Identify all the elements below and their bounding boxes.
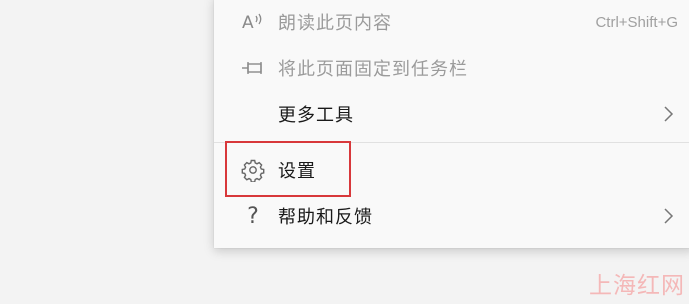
menu-item-shortcut: Ctrl+Shift+G (595, 13, 678, 31)
menu-item-pin-to-taskbar[interactable]: 将此页面固定到任务栏 (214, 46, 689, 90)
menu-item-label: 朗读此页内容 (278, 13, 392, 34)
menu-item-label: 帮助和反馈 (278, 207, 373, 228)
pin-icon (240, 55, 266, 81)
menu-item-label: 更多工具 (278, 105, 354, 126)
watermark: 上海红网 (589, 273, 685, 299)
chevron-right-icon (664, 106, 674, 122)
svg-text:A: A (242, 13, 254, 33)
menu-item-read-aloud[interactable]: A 朗读此页内容 Ctrl+Shift+G (214, 0, 689, 44)
menu-item-more-tools[interactable]: 更多工具 (214, 92, 689, 136)
chevron-right-icon (664, 208, 674, 224)
settings-highlight-box (225, 141, 351, 197)
help-icon: ? (247, 203, 259, 229)
menu-item-label: 将此页面固定到任务栏 (278, 59, 468, 80)
read-aloud-icon: A (240, 9, 266, 35)
context-menu: A 朗读此页内容 Ctrl+Shift+G 将此页面固定到任务栏 更多工具 设置… (214, 0, 689, 248)
menu-item-help-feedback[interactable]: ? 帮助和反馈 (214, 194, 689, 238)
